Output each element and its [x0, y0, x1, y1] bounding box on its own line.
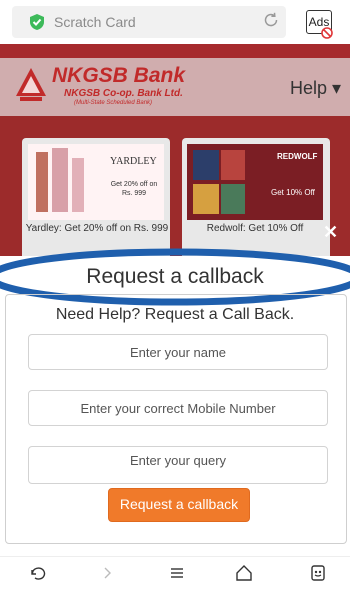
yardley-banner: YARDLEY Get 20% off on Rs. 999 [28, 144, 164, 220]
block-icon [321, 27, 333, 39]
query-input[interactable] [28, 446, 328, 484]
yardley-caption[interactable]: Yardley: Get 20% off on Rs. 999 [22, 223, 172, 235]
redwolf-badge: Get 10% Off [271, 188, 315, 197]
mobile-input[interactable] [28, 390, 328, 426]
callback-subtitle: Need Help? Request a Call Back. [55, 306, 295, 323]
bank-logo-icon [16, 68, 46, 101]
yardley-badge: Get 20% off on Rs. 999 [110, 181, 158, 197]
name-input[interactable] [28, 334, 328, 370]
redwolf-brand: REDWOLF [277, 152, 318, 161]
forward-icon[interactable] [96, 562, 118, 584]
back-icon[interactable] [26, 562, 48, 584]
request-callback-button[interactable]: Request a callback [108, 488, 250, 522]
bank-subtitle: NKGSB Co-op. Bank Ltd. [64, 88, 183, 99]
help-menu[interactable]: Help ▾ [290, 78, 341, 99]
callback-title: Request a callback [86, 265, 264, 288]
shield-check-icon [30, 14, 44, 30]
yardley-brand: YARDLEY [110, 156, 157, 167]
bank-name: NKGSB Bank [52, 64, 186, 87]
close-icon[interactable]: ✕ [323, 222, 338, 243]
reload-icon[interactable] [262, 11, 280, 29]
tabs-icon[interactable] [307, 562, 329, 584]
home-icon[interactable] [233, 562, 255, 584]
redwolf-banner: REDWOLF Get 10% Off [187, 144, 323, 220]
menu-icon[interactable] [166, 562, 188, 584]
redwolf-caption[interactable]: Redwolf: Get 10% Off [180, 223, 330, 235]
bank-tagline: (Multi-State Scheduled Bank) [74, 100, 153, 106]
address-text[interactable]: Scratch Card [54, 14, 136, 30]
